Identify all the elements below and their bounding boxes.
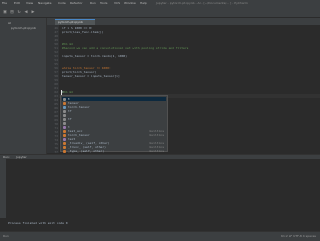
toolbar: ▣ ▤ ↻ ◀ ▶ — [0, 7, 320, 18]
refresh-icon[interactable]: ↻ — [16, 9, 22, 15]
autocomplete-label: _type_ (self, other) — [68, 149, 105, 153]
status-left: Run — [3, 234, 9, 238]
back-icon[interactable]: ◀ — [23, 9, 29, 15]
menu-item-file[interactable]: File — [2, 0, 7, 7]
menu-item-tools[interactable]: Tools — [100, 0, 107, 7]
menu-item-run[interactable]: Run — [90, 0, 96, 7]
editor-tabs: pytorch-pt.ipynb — [47, 18, 320, 25]
window-title: Jupyter - pytorch-pt.ipynb - AI - [~/Doc… — [156, 1, 248, 5]
menu-bar: File Edit View Navigate Code Refactor Run Tools… — [0, 0, 320, 7]
folder-icon[interactable]: ▣ — [2, 9, 8, 15]
menu-item-navigate[interactable]: Navigate — [38, 0, 51, 7]
menu-item-view[interactable]: View — [26, 0, 33, 7]
console-output: Process finished with exit code 0 — [8, 221, 68, 225]
save-icon[interactable]: ▤ — [9, 9, 15, 15]
menu-item-edit[interactable]: Edit — [14, 0, 20, 7]
code-line: tensor_tensor = inputs_tensor[i] — [62, 74, 120, 78]
menu-item-refactor[interactable]: Refactor — [70, 0, 83, 7]
typed-text: t — [62, 90, 64, 94]
autocomplete-source: builtins — [149, 149, 164, 153]
menu-item-window[interactable]: Window — [124, 0, 136, 7]
menu-item-code[interactable]: Code — [58, 0, 66, 7]
forward-icon[interactable]: ▶ — [30, 9, 36, 15]
line-number-gutter: 46 47 48 49 50 51 52 53 54 55 56 57 58 59 60 61 62 63 64 65… — [47, 25, 59, 154]
project-node[interactable]: AI — [8, 21, 11, 25]
autocomplete-popup[interactable]: t tensor torch.tensor tf tf t test_acc builtins… — [60, 95, 168, 153]
completion-kind-icon — [63, 149, 66, 153]
project-node[interactable]: pytorch-pt.ipynb — [11, 26, 36, 30]
code-line: #Second we can add a convolutional net w… — [62, 46, 189, 50]
code-line: inputs_tensor = torch.randn(1, 1000) — [62, 54, 128, 58]
menu-item-help[interactable]: Help — [140, 0, 147, 7]
run-console: Process finished with exit code 0 — [6, 159, 320, 231]
autocomplete-item[interactable]: _type_ (self, other) builtins — [62, 149, 166, 153]
status-right: 61:2 LF UTF-8 4 spaces — [281, 234, 316, 238]
menu-item-vcs[interactable]: VCS — [114, 0, 120, 7]
code-line: print(loss_func.item()) — [62, 30, 104, 34]
